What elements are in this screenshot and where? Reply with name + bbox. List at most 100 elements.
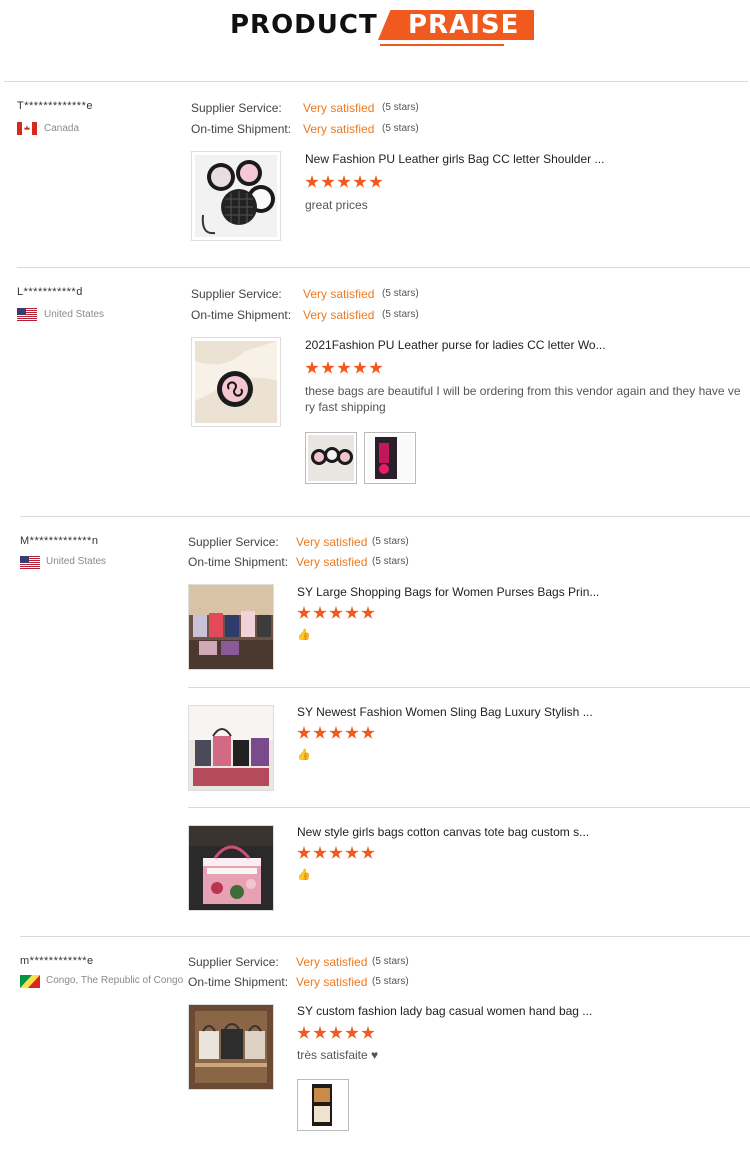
star-icon [329, 606, 343, 619]
rating-stars [297, 726, 375, 740]
flag-congo-icon [20, 975, 40, 988]
thumbs-up-icon: 👍 [297, 869, 311, 881]
star-icon [353, 361, 367, 374]
banner-underline [380, 44, 504, 46]
star-icon [361, 846, 375, 859]
reviewer-country: United States [46, 556, 107, 567]
divider [188, 807, 750, 808]
shipment-stars: (5 stars) [372, 976, 409, 987]
shipment-label: On-time Shipment: [188, 555, 289, 569]
star-icon [297, 726, 311, 739]
shipment-label: On-time Shipment: [191, 122, 292, 136]
product-title[interactable]: New style girls bags cotton canvas tote … [297, 825, 589, 839]
product-title[interactable]: New Fashion PU Leather girls Bag CC lett… [305, 152, 604, 166]
supplier-service-value: Very satisfied [303, 287, 375, 301]
shipment-label: On-time Shipment: [188, 975, 289, 989]
divider [17, 267, 750, 268]
product-thumbnail[interactable] [191, 151, 281, 241]
star-icon [361, 1026, 375, 1039]
supplier-service-label: Supplier Service: [188, 535, 279, 549]
star-icon [345, 1026, 359, 1039]
product-thumbnail[interactable] [188, 584, 274, 670]
shipment-stars: (5 stars) [382, 309, 419, 320]
star-icon [369, 361, 383, 374]
review-comment-line: ry fast shipping [305, 400, 386, 414]
reviewer-name: L***********d [17, 286, 83, 298]
product-title[interactable]: SY Newest Fashion Women Sling Bag Luxury… [297, 705, 593, 719]
star-icon [329, 1026, 343, 1039]
divider [4, 81, 748, 82]
review-photo[interactable] [305, 432, 357, 484]
reviewer-name: m************e [20, 955, 94, 967]
star-icon [345, 606, 359, 619]
star-icon [313, 1026, 327, 1039]
star-icon [353, 175, 367, 188]
divider [188, 687, 750, 688]
supplier-service-label: Supplier Service: [191, 101, 282, 115]
star-icon [345, 846, 359, 859]
star-icon [361, 726, 375, 739]
shipment-value: Very satisfied [296, 975, 368, 989]
supplier-service-value: Very satisfied [303, 101, 375, 115]
reviewer-name: T*************e [17, 100, 93, 112]
product-thumbnail[interactable] [191, 337, 281, 427]
thumbs-up-icon: 👍 [297, 749, 311, 761]
rating-stars [297, 606, 375, 620]
banner-title-praise: PRAISE [408, 10, 520, 40]
banner-title-product: PRODUCT [230, 10, 378, 40]
reviewer-country: United States [44, 309, 105, 320]
supplier-service-value: Very satisfied [296, 535, 368, 549]
flag-usa-icon [17, 308, 37, 321]
rating-stars [297, 1026, 375, 1040]
star-icon [313, 726, 327, 739]
product-title[interactable]: SY custom fashion lady bag casual women … [297, 1004, 592, 1018]
thumbs-up-icon: 👍 [297, 629, 311, 641]
supplier-service-value: Very satisfied [296, 955, 368, 969]
star-icon [329, 726, 343, 739]
star-icon [305, 175, 319, 188]
shipment-value: Very satisfied [303, 308, 375, 322]
supplier-service-stars: (5 stars) [372, 536, 409, 547]
shipment-value: Very satisfied [303, 122, 375, 136]
product-title[interactable]: 2021Fashion PU Leather purse for ladies … [305, 338, 606, 352]
supplier-service-label: Supplier Service: [188, 955, 279, 969]
shipment-value: Very satisfied [296, 555, 368, 569]
rating-stars [305, 175, 383, 189]
review-photo[interactable] [297, 1079, 349, 1131]
star-icon [297, 606, 311, 619]
praise-banner: PRODUCT PRAISE [0, 0, 750, 60]
shipment-label: On-time Shipment: [191, 308, 292, 322]
divider [20, 936, 750, 937]
divider [20, 516, 750, 517]
rating-stars [297, 846, 375, 860]
star-icon [305, 361, 319, 374]
star-icon [369, 175, 383, 188]
flag-usa-icon [20, 556, 40, 569]
reviewer-country: Canada [44, 123, 80, 134]
star-icon [361, 606, 375, 619]
star-icon [329, 846, 343, 859]
shipment-stars: (5 stars) [372, 556, 409, 567]
product-thumbnail[interactable] [188, 1004, 274, 1090]
product-thumbnail[interactable] [188, 825, 274, 911]
star-icon [313, 606, 327, 619]
product-title[interactable]: SY Large Shopping Bags for Women Purses … [297, 585, 599, 599]
review-comment: great prices [305, 198, 368, 212]
star-icon [297, 1026, 311, 1039]
supplier-service-label: Supplier Service: [191, 287, 282, 301]
supplier-service-stars: (5 stars) [382, 102, 419, 113]
star-icon [297, 846, 311, 859]
star-icon [321, 361, 335, 374]
supplier-service-stars: (5 stars) [372, 956, 409, 967]
product-thumbnail[interactable] [188, 705, 274, 791]
star-icon [321, 175, 335, 188]
review-photo[interactable] [364, 432, 416, 484]
star-icon [345, 726, 359, 739]
star-icon [337, 361, 351, 374]
reviewer-name: M*************n [20, 535, 99, 547]
reviewer-country: Congo, The Republic of Congo [46, 975, 184, 986]
flag-canada-icon [17, 122, 37, 135]
supplier-service-stars: (5 stars) [382, 288, 419, 299]
star-icon [313, 846, 327, 859]
shipment-stars: (5 stars) [382, 123, 419, 134]
